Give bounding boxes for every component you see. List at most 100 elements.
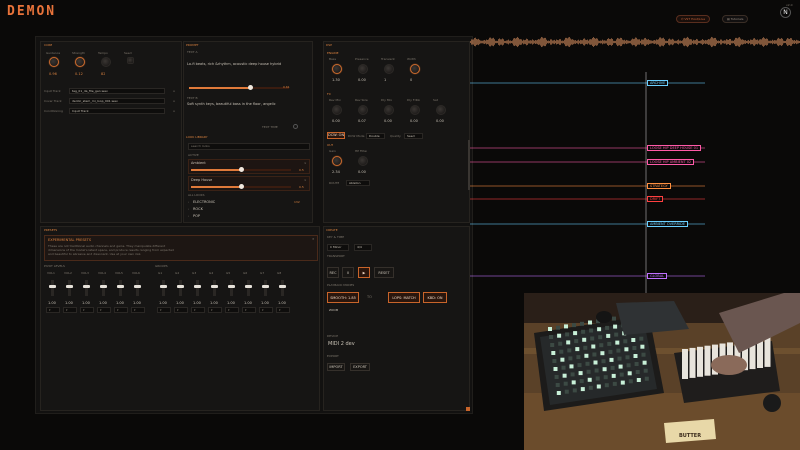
route-select[interactable]: Ableton [346,180,370,186]
text-b-input[interactable]: Soft synth keys, beautiful bass in the f… [187,102,307,106]
morph-toggle[interactable] [293,124,298,129]
dsp-knob[interactable] [332,156,342,166]
weight-a-thumb[interactable] [248,85,253,90]
zoom-label[interactable]: ZOOM [329,308,338,312]
active-look-card[interactable]: Deep House × 0.5 [188,176,310,191]
fader-mode-select[interactable]: ▾ [97,307,111,313]
fader-track[interactable] [247,280,250,296]
timeline-marker-label[interactable]: LOOSE HIP DEEP HOUSE 01 [647,145,702,151]
fader-track[interactable] [85,280,88,296]
fader-mode-select[interactable]: ▾ [191,307,205,313]
look-weight-thumb[interactable] [239,184,244,189]
time-signature-select[interactable]: 4/4 [354,244,372,251]
fader-handle[interactable] [279,285,286,288]
timeline-marker-label[interactable]: AMBIENT OVERRIDE [647,221,689,227]
import-button[interactable]: IMPORT [327,363,345,371]
vst-host-button[interactable]: ⏻ VST Host/Live [676,15,711,23]
play-button[interactable]: ▶ [358,267,370,278]
dsp-knob[interactable] [410,64,420,74]
fader-handle[interactable] [262,285,269,288]
folder-icon[interactable]: ▫ [173,99,175,103]
dsp-knob[interactable] [436,105,446,115]
export-button[interactable]: EXPORT [350,363,370,371]
fader-track[interactable] [230,280,233,296]
fader-mode-select[interactable]: ▾ [276,307,290,313]
fader-handle[interactable] [211,285,218,288]
dsp-knob[interactable] [358,156,368,166]
fader-track[interactable] [162,280,165,296]
fader-track[interactable] [68,280,71,296]
fader-mode-select[interactable]: ▾ [157,307,171,313]
fader-track[interactable] [102,280,105,296]
genre-item[interactable]: ELECTRONIC [193,200,215,204]
timeline-marker-label[interactable]: GLOBAL [647,273,668,279]
look-weight-thumb[interactable] [239,167,244,172]
remove-look-icon[interactable]: × [304,178,307,182]
fader-mode-select[interactable]: ▾ [114,307,128,313]
dsp-knob[interactable] [410,105,420,115]
fader-mode-select[interactable]: ▾ [131,307,145,313]
genre-item[interactable]: ROCK [193,207,203,211]
fader-track[interactable] [51,280,54,296]
fader-track[interactable] [264,280,267,296]
fader-handle[interactable] [160,285,167,288]
fader-mode-select[interactable]: ▾ [242,307,256,313]
fader-handle[interactable] [177,285,184,288]
quality-select[interactable]: Seed [404,133,423,139]
core-row-select[interactable]: Input Track [69,108,165,114]
fader-track[interactable] [213,280,216,296]
user-avatar[interactable]: N [780,7,791,18]
record-button[interactable]: REC [327,267,339,278]
text-a-input[interactable]: Lo-fi beats, rich &rhythm, acoustic deep… [187,62,307,66]
dcw-toggle[interactable]: DCW: ON [327,132,345,139]
loops-mode-button[interactable]: LOPS: MATCH [388,292,420,303]
remove-look-icon[interactable]: × [304,161,307,165]
fader-handle[interactable] [245,285,252,288]
fader-mode-select[interactable]: ▾ [46,307,60,313]
fader-handle[interactable] [100,285,107,288]
core-row-select[interactable]: dentic_stem_mi_loop_001.wav [69,98,165,104]
key-select[interactable]: C Minor [327,244,349,251]
timeline-marker-label[interactable]: LOOSE HIP AMBIENT 02 [647,159,695,165]
folder-icon[interactable]: ▫ [173,109,175,113]
fader-mode-select[interactable]: ▾ [63,307,77,313]
weight-a-slider[interactable] [189,87,289,89]
fader-handle[interactable] [49,285,56,288]
close-icon[interactable]: ✕ [312,237,315,241]
fader-handle[interactable] [83,285,90,288]
device-value[interactable]: MIDI 2 dev [328,341,355,347]
fader-mode-select[interactable]: ▾ [225,307,239,313]
genre-item[interactable]: POP [193,214,200,218]
fader-handle[interactable] [134,285,141,288]
dsp-knob[interactable] [358,105,368,115]
dsp-knob[interactable] [332,64,342,74]
fader-handle[interactable] [228,285,235,288]
fader-track[interactable] [196,280,199,296]
fader-mode-select[interactable]: ▾ [80,307,94,313]
reset-button[interactable]: RESET [374,267,394,278]
dsp-knob[interactable] [384,64,394,74]
timeline-canvas[interactable] [470,30,800,300]
timeline-marker-label[interactable]: ARCHIVE [647,80,669,86]
timeline-marker-label[interactable]: DRIFT [647,196,664,202]
fader-track[interactable] [281,280,284,296]
fader-handle[interactable] [66,285,73,288]
core-knob-3[interactable] [127,57,134,64]
resize-handle[interactable] [466,407,470,411]
smooth-mode-button[interactable]: SMOOTH: 1.85 [327,292,359,303]
pause-button[interactable]: II [342,267,354,278]
fader-handle[interactable] [117,285,124,288]
fader-track[interactable] [136,280,139,296]
dsp-knob[interactable] [384,105,394,115]
keyboard-mode-button[interactable]: KBD: ON [423,292,447,303]
fader-mode-select[interactable]: ▾ [259,307,273,313]
tutorials-button[interactable]: ▤ Tutorials [722,15,749,23]
timeline-marker-label[interactable]: STRATEGY [647,183,671,189]
active-look-card[interactable]: Ambient × 0.5 [188,159,310,174]
core-knob-2[interactable] [101,57,111,67]
core-row-select[interactable]: tag_01_da_file_gen.wav [69,88,165,94]
fader-track[interactable] [179,280,182,296]
core-knob-0[interactable] [49,57,59,67]
dsp-knob[interactable] [358,64,368,74]
dsp-knob[interactable] [332,105,342,115]
